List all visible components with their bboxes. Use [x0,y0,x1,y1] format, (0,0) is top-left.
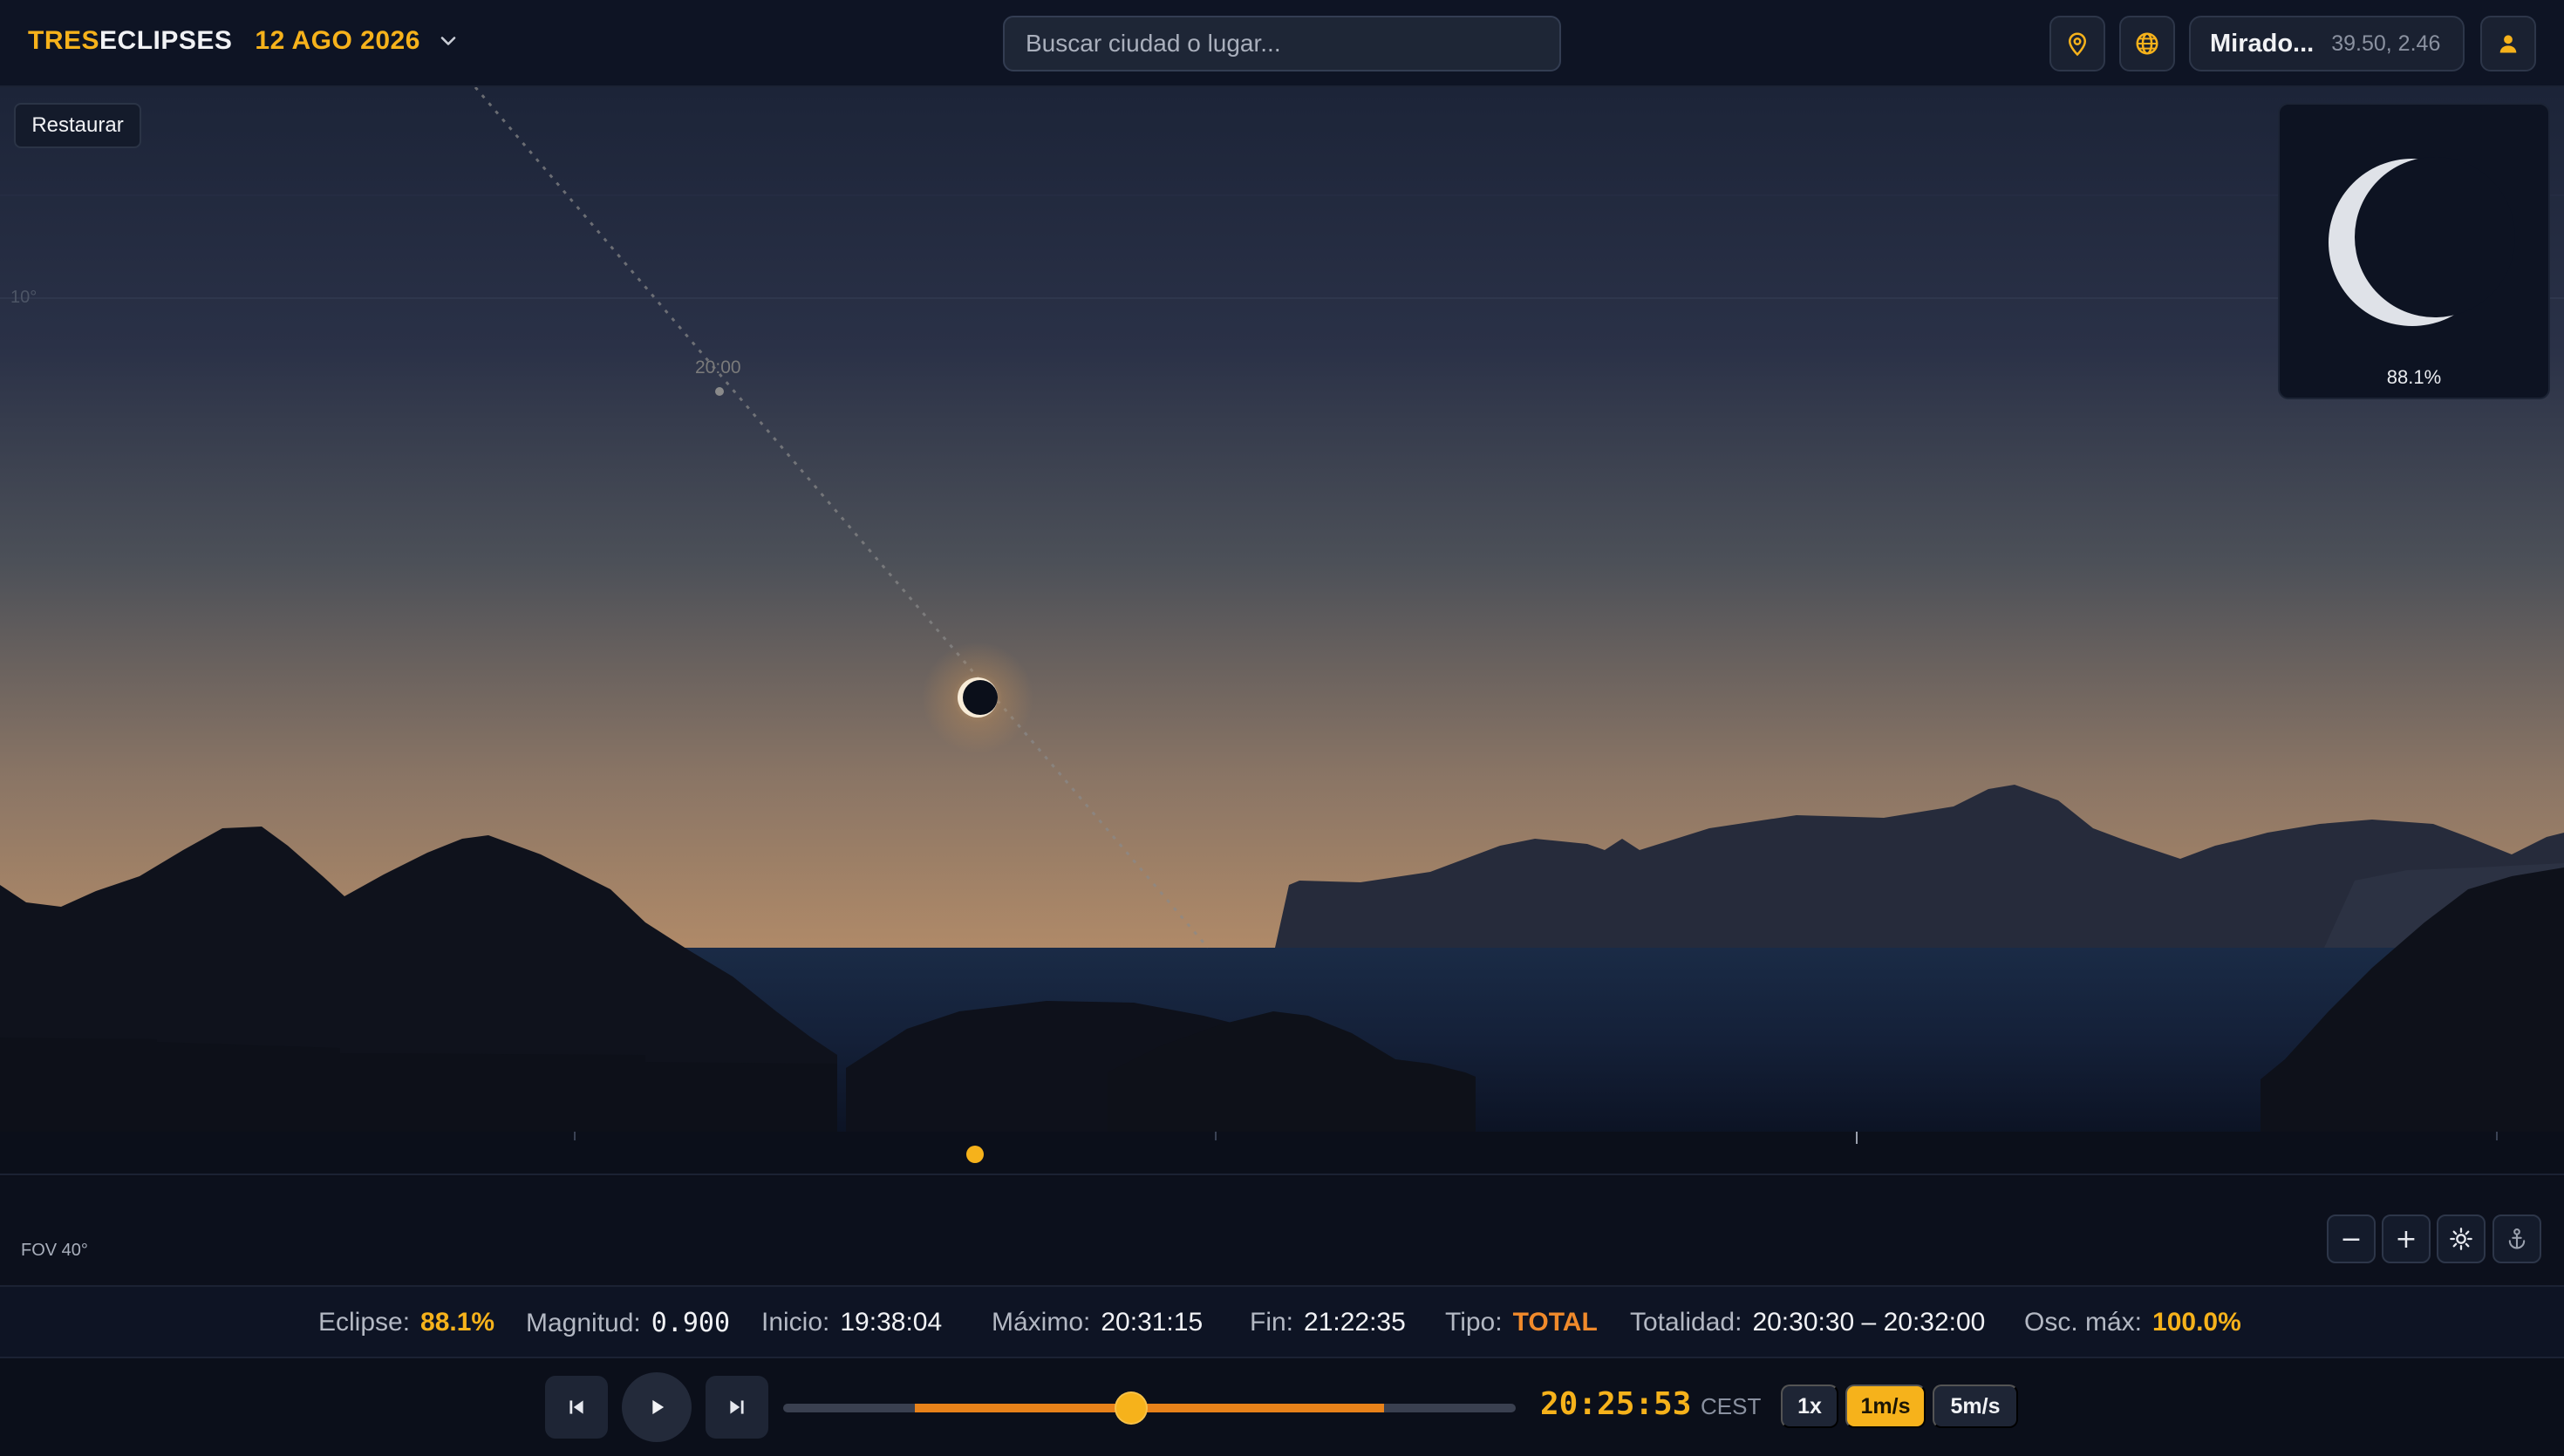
skip-back-button[interactable] [545,1376,608,1439]
fov-label: FOV 40° [21,1241,88,1260]
info-start: Inicio: 19:38:04 [761,1308,943,1337]
globe-icon [2136,32,2158,55]
preview-percent: 88.1% [2386,366,2442,388]
chevron-down-icon[interactable] [436,29,460,53]
axis-tick [1215,1132,1217,1140]
time-marker-label: 20:00 [695,357,741,378]
axis-tick [574,1132,576,1140]
zoom-in-button[interactable]: + [2382,1214,2431,1263]
play-button[interactable] [622,1372,692,1442]
lower-panel [0,1177,2564,1285]
location-coords: 39.50, 2.46 [2331,31,2441,56]
location-selector[interactable]: Mirado... 39.50, 2.46 [2189,16,2465,71]
current-time: 20:25:53 [1540,1386,1692,1422]
skip-forward-icon [730,1400,744,1414]
sky-scene [0,87,2564,1133]
info-end: Fin: 21:22:35 [1250,1308,1406,1337]
altitude-label: 10° [10,288,38,307]
info-max-obscuration: Osc. máx: 100.0% [2024,1308,2241,1337]
map-pin-icon [2068,32,2087,57]
eclipse-range [915,1404,1384,1412]
info-magnitude: Magnitud: 0.900 [526,1308,731,1338]
user-icon [2499,35,2517,53]
time-slider[interactable] [783,1391,1516,1425]
search-input[interactable] [1003,16,1561,71]
user-button[interactable] [2480,16,2536,71]
speed-1m-button[interactable]: 1m/s [1845,1385,1926,1428]
anchor-icon [2508,1228,2526,1249]
top-bar: TRES ECLIPSES 12 AGO 2026 Mirado... 39.5… [0,0,2564,87]
anchor-button[interactable] [2492,1214,2541,1263]
brand-part-2: ECLIPSES [99,26,233,55]
axis-tick [1856,1132,1858,1144]
info-maximum: Máximo: 20:31:15 [992,1308,1204,1337]
playback-bar: 20:25:53 CEST 1x 1m/s 5m/s [0,1358,2564,1456]
info-totality: Totalidad: 20:30:30 – 20:32:00 [1630,1308,1986,1337]
info-eclipse: Eclipse: 88.1% [318,1308,495,1337]
brightness-button[interactable] [2437,1214,2486,1263]
axis-tick [2496,1132,2498,1140]
eclipse-date[interactable]: 12 AGO 2026 [255,26,420,56]
speed-1x-button[interactable]: 1x [1781,1385,1838,1428]
play-icon [652,1399,665,1415]
time-slider-knob[interactable] [1115,1391,1148,1425]
locate-button[interactable] [2049,16,2105,71]
location-name: Mirado... [2210,29,2315,58]
sky-view[interactable] [0,87,2564,1133]
brand-part-1: TRES [28,26,100,55]
sun-icon [2450,1228,2472,1250]
speed-5m-button[interactable]: 5m/s [1933,1385,2018,1428]
restore-button[interactable]: Restaurar [14,103,141,148]
eclipse-info-bar: Eclipse: 88.1% Magnitud: 0.900 Inicio: 19:3… [0,1285,2564,1358]
current-time-dot[interactable] [966,1146,984,1163]
time-axis[interactable] [0,1132,2564,1175]
info-type: Tipo: TOTAL [1445,1308,1598,1337]
app-brand[interactable]: TRES ECLIPSES 12 AGO 2026 [28,26,460,56]
globe-button[interactable] [2119,16,2175,71]
eclipse-preview: 88.1% [2278,103,2550,399]
skip-back-icon [569,1400,583,1414]
timezone-label: CEST [1701,1393,1762,1419]
skip-forward-button[interactable] [706,1376,768,1439]
zoom-out-button[interactable]: − [2327,1214,2376,1263]
crescent-icon [2329,157,2515,326]
